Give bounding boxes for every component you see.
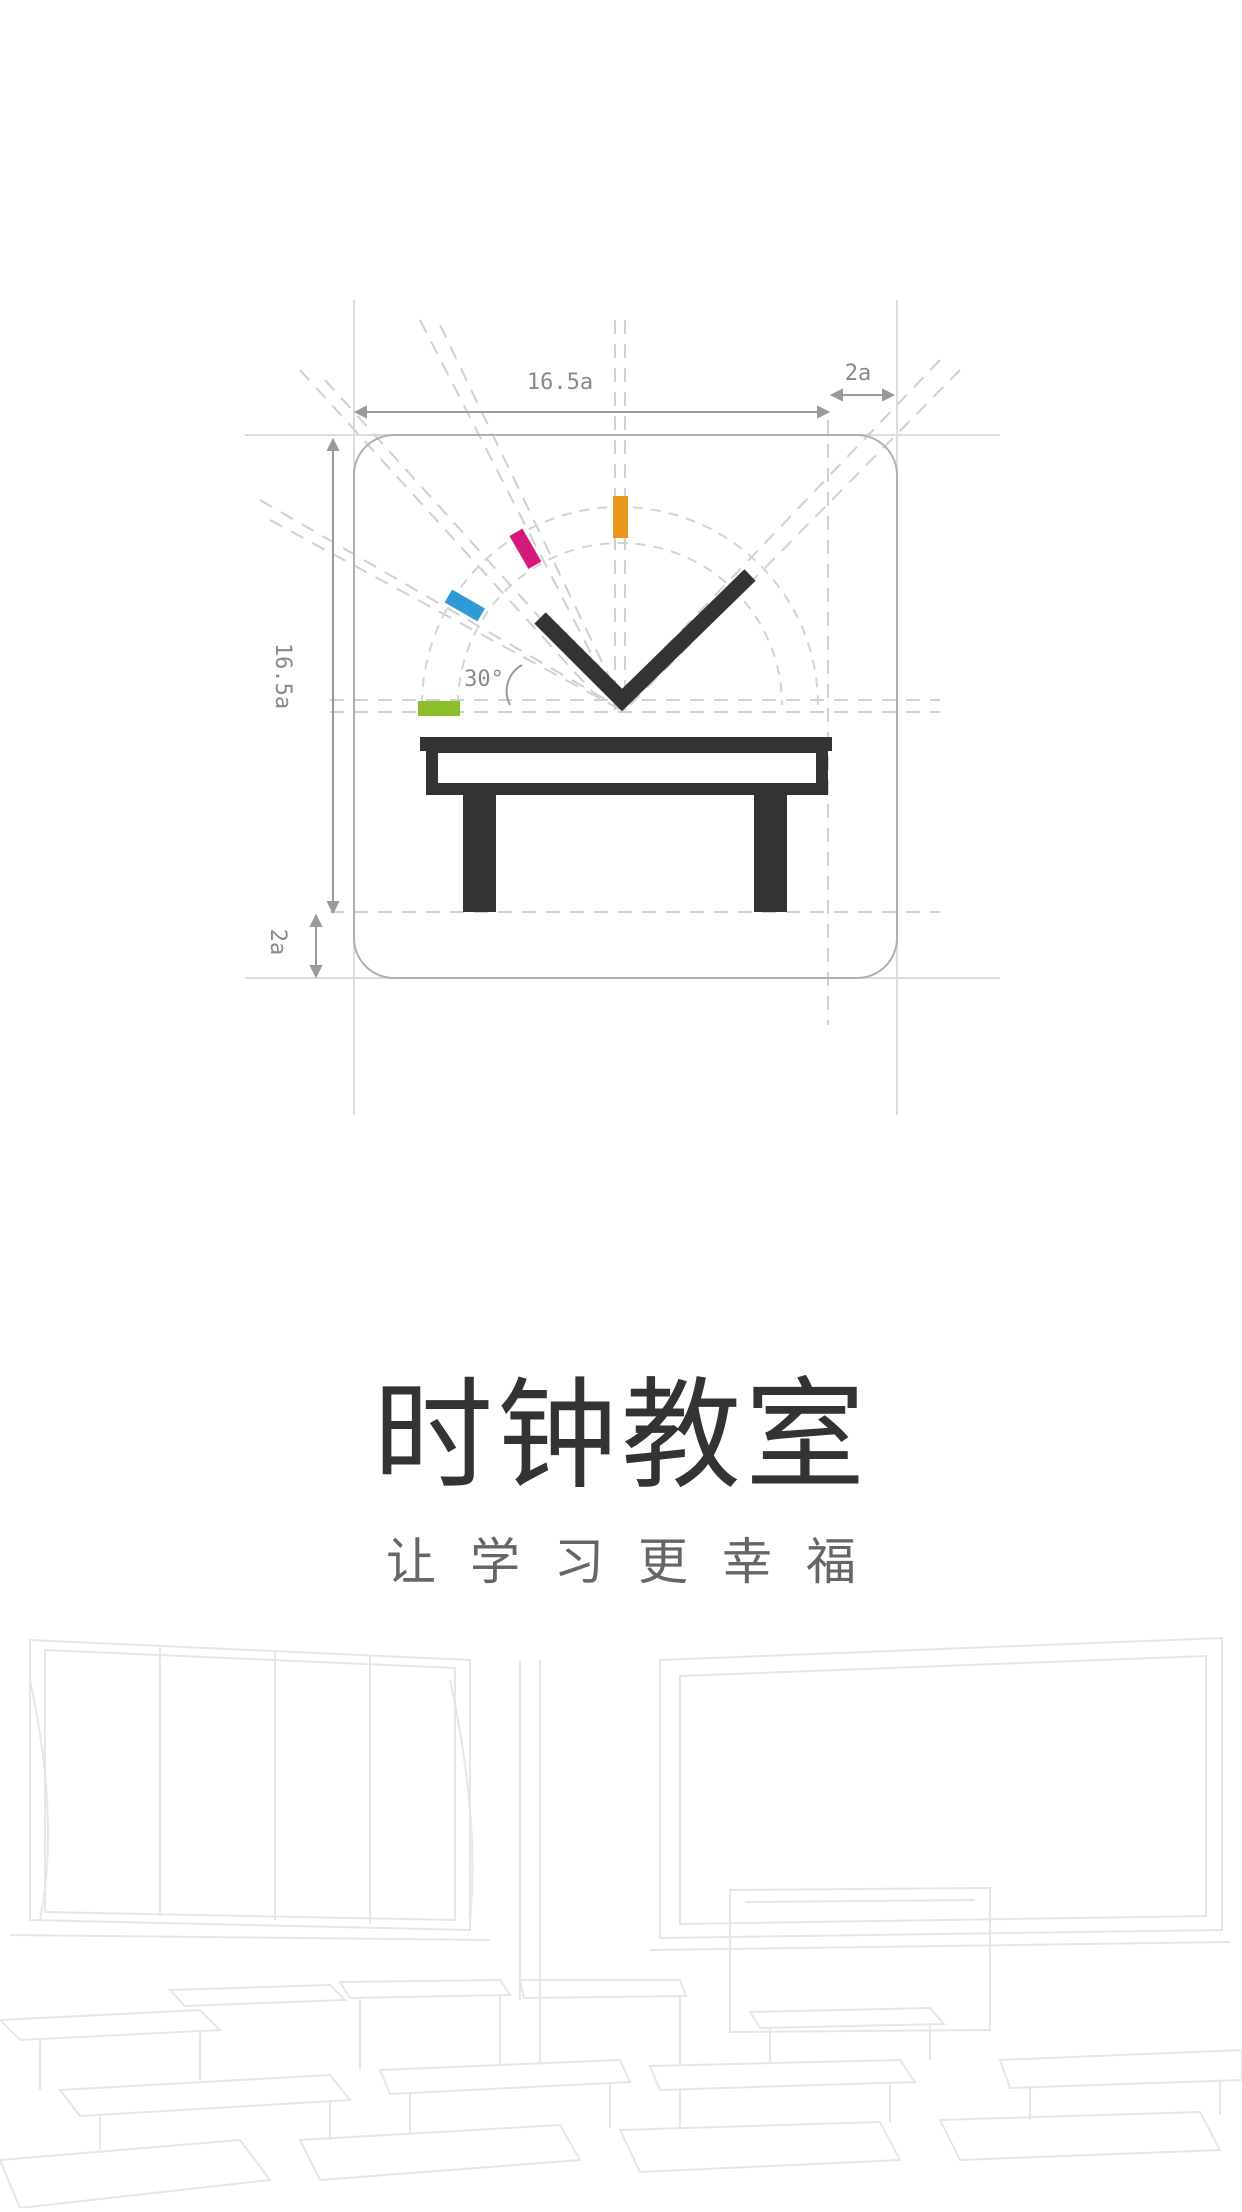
dimension-label-bottom-margin: 2a [265,929,290,956]
app-title: 时钟教室 [373,1367,869,1506]
app-slogan: 让学习更幸福 [386,1533,890,1591]
dimension-label-right-margin: 2a [845,361,872,386]
dimension-label-top: 16.5a [527,370,593,395]
orange-tick-mark [613,496,628,538]
classroom-background-illustration [0,1620,1242,2210]
checkmark-icon [534,569,756,712]
desk-icon [420,737,832,912]
dimension-label-left-height: 16.5a [270,643,295,709]
green-tick-mark [418,701,460,716]
magenta-tick-mark [509,528,542,569]
app-logo-construction-diagram: 16.5a 2a 16.5a 2a 30° [0,0,1242,1150]
dimension-label-angle: 30° [464,667,504,692]
splash-screen: 16.5a 2a 16.5a 2a 30° 时钟教室 让学习更幸福 [0,0,1242,2210]
